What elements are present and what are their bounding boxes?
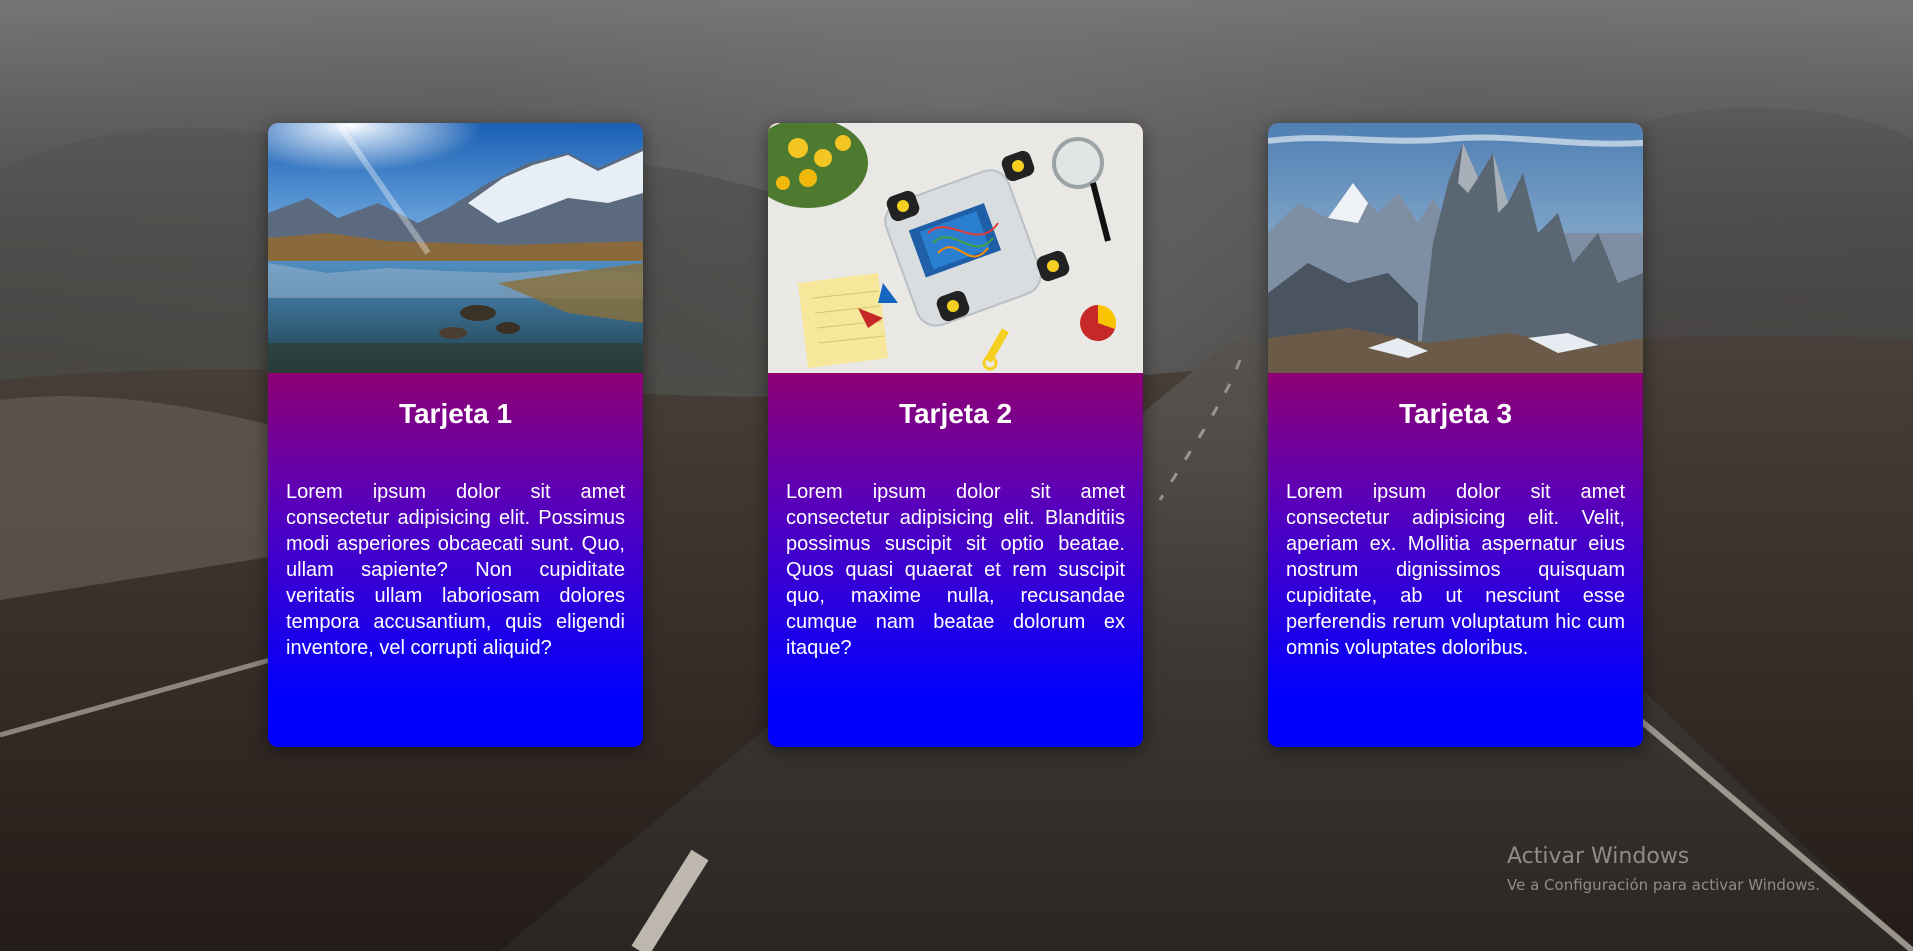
watermark-subtitle: Ve a Configuración para activar Windows. (1507, 876, 1820, 894)
card-3: Tarjeta 3 Lorem ipsum dolor sit amet con… (1268, 123, 1643, 747)
cards-container: Tarjeta 1 Lorem ipsum dolor sit amet con… (0, 0, 1913, 951)
card-1-text: Lorem ipsum dolor sit amet consectetur a… (286, 481, 625, 659)
card-3-text: Lorem ipsum dolor sit amet consectetur a… (1286, 481, 1625, 659)
card-2-title: Tarjeta 2 (898, 398, 1013, 429)
mountain-lake-image (268, 123, 643, 373)
card-1-image (268, 123, 643, 373)
card-2: Tarjeta 2 Lorem ipsum dolor sit amet con… (768, 123, 1143, 747)
card-1: Tarjeta 1 Lorem ipsum dolor sit amet con… (268, 123, 643, 747)
card-3-image (1268, 123, 1643, 373)
robot-car-kit-image (768, 123, 1143, 373)
card-2-image (768, 123, 1143, 373)
card-1-title: Tarjeta 1 (398, 398, 513, 429)
card-3-title: Tarjeta 3 (1398, 398, 1513, 429)
card-2-text: Lorem ipsum dolor sit amet consectetur a… (786, 481, 1125, 659)
windows-activation-watermark: Activar Windows Ve a Configuración para … (1507, 843, 1820, 895)
watermark-title: Activar Windows (1507, 844, 1690, 869)
rocky-peaks-image (1268, 123, 1643, 373)
